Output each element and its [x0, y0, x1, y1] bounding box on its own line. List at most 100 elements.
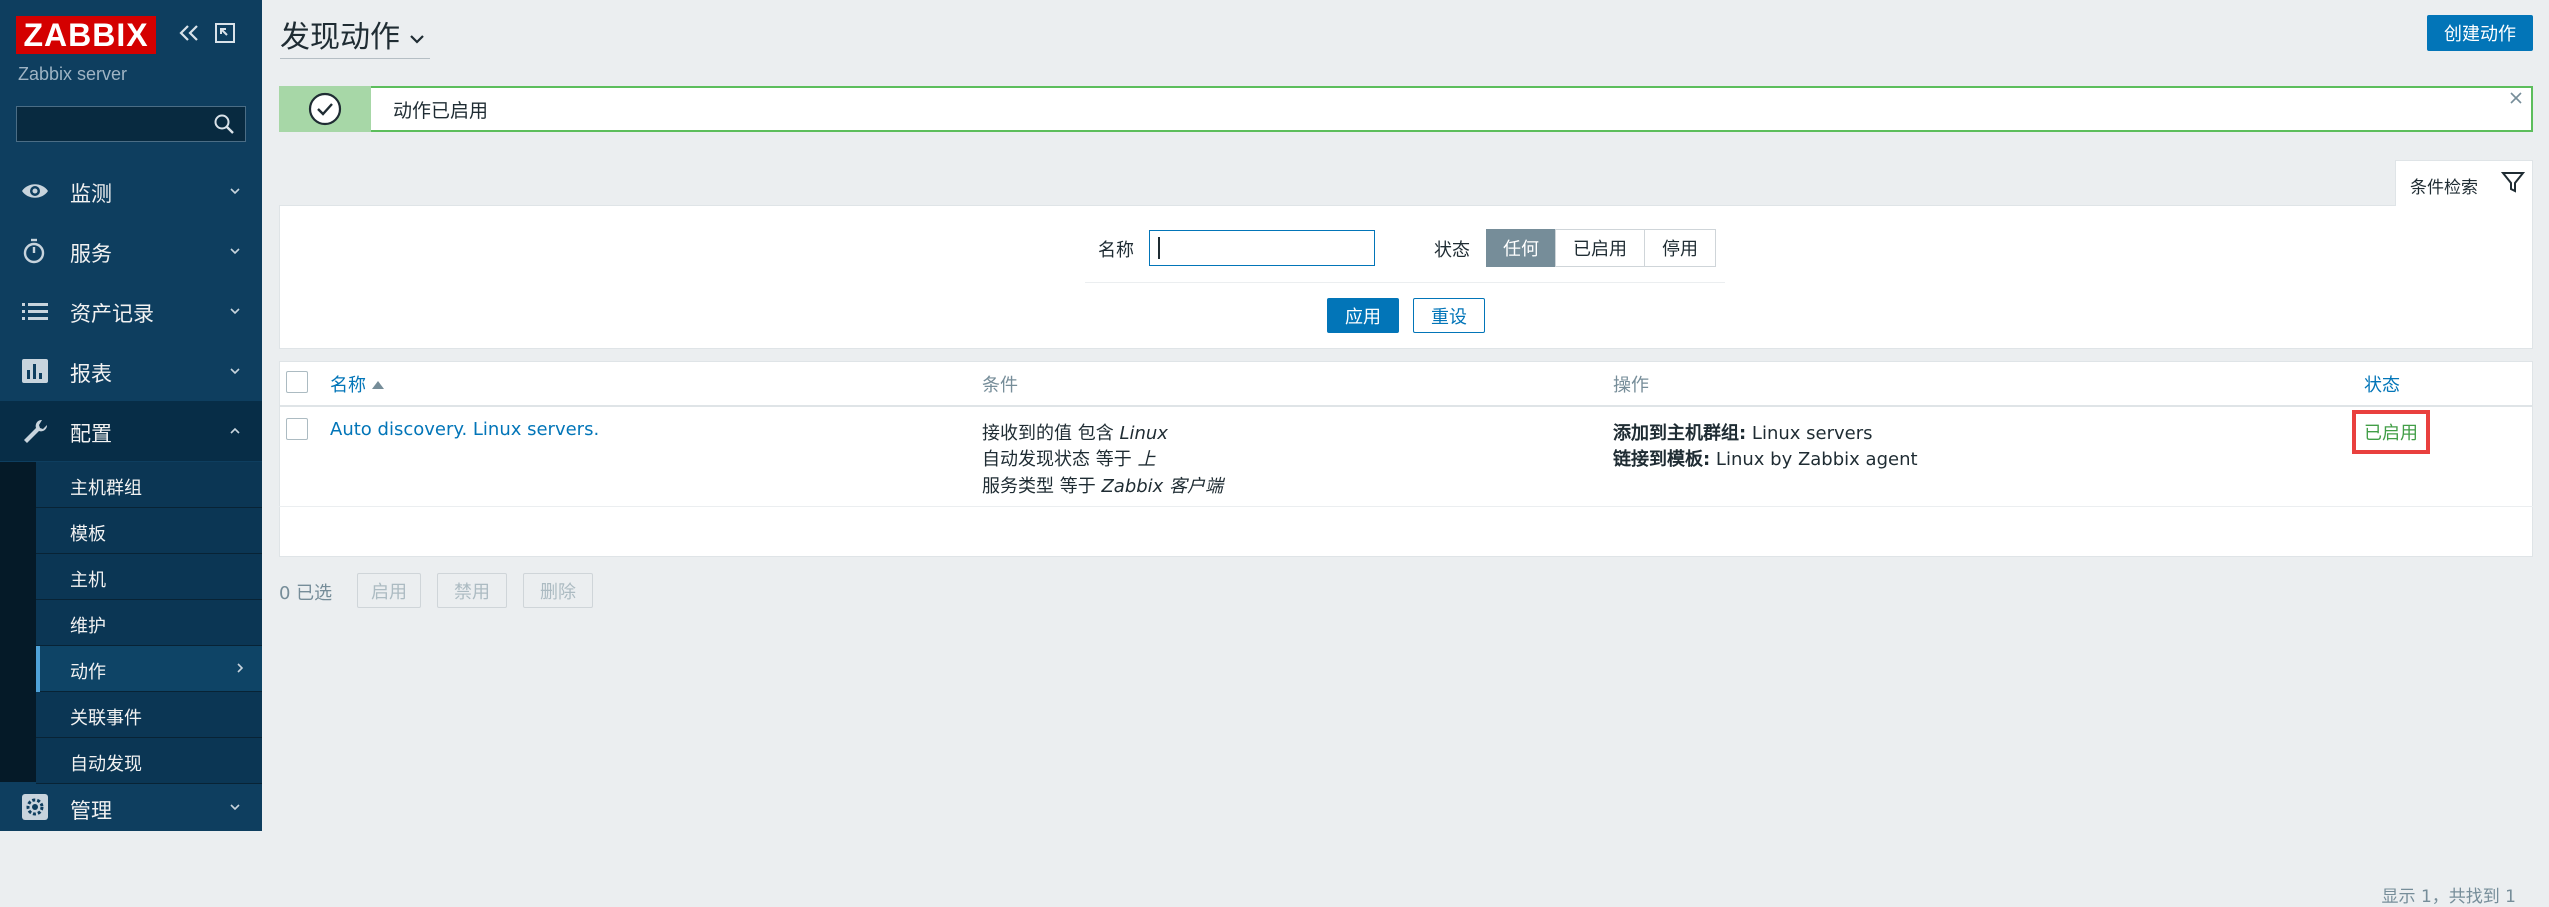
submenu-item-label: 动作: [70, 662, 106, 683]
enable-button[interactable]: 启用: [357, 573, 421, 608]
row-checkbox[interactable]: [286, 418, 308, 440]
chevron-down-icon: [230, 308, 240, 315]
eye-icon: [22, 184, 48, 198]
zabbix-logo[interactable]: ZABBIX: [16, 16, 156, 54]
wrench-icon: [24, 419, 48, 443]
text-caret: [1158, 237, 1160, 259]
condition-value: Zabbix 客户端: [1101, 476, 1224, 497]
column-header-status[interactable]: 状态: [2364, 371, 2400, 397]
submenu-item-actions[interactable]: 动作: [36, 646, 262, 692]
column-header-conditions: 条件: [982, 375, 1018, 396]
table-row-divider: [279, 506, 2533, 507]
filter-name-input[interactable]: [1149, 230, 1375, 266]
column-header-name[interactable]: 名称: [330, 371, 384, 397]
nav-monitoring-label: 监测: [70, 182, 112, 206]
filter-tab[interactable]: 条件检索: [2395, 160, 2533, 206]
submenu-indent: [0, 462, 36, 782]
list-icon: [22, 303, 48, 320]
operation-label: 添加到主机群组:: [1613, 423, 1747, 444]
filter-divider: [1085, 282, 1725, 283]
sort-ascending-icon: [372, 381, 384, 389]
filter-name-label: 名称: [1098, 240, 1134, 261]
operation-label: 链接到模板:: [1613, 449, 1711, 470]
page-title[interactable]: 发现动作: [280, 12, 430, 59]
chevron-right-icon: [237, 663, 244, 673]
condition-text: 服务类型 等于: [982, 476, 1102, 497]
column-header-name-text: 名称: [330, 375, 366, 396]
collapse-sidebar-icon[interactable]: [178, 22, 200, 44]
condition-value: Linux: [1119, 423, 1168, 444]
chevron-up-icon: [230, 427, 240, 434]
submenu-item-maintenance[interactable]: 维护: [36, 600, 262, 646]
submenu-item-label: 关联事件: [70, 708, 142, 729]
column-header-operations: 操作: [1613, 375, 1649, 396]
filter-status-disabled[interactable]: 停用: [1644, 229, 1716, 267]
submenu-item-templates[interactable]: 模板: [36, 508, 262, 554]
operation-value: Linux servers: [1746, 423, 1873, 444]
chevron-down-icon: [230, 368, 240, 375]
action-name-link[interactable]: Auto discovery. Linux servers.: [330, 419, 599, 440]
filter-tab-label: 条件检索: [2410, 178, 2478, 198]
kiosk-mode-icon[interactable]: [214, 22, 236, 44]
nav-inventory-label: 资产记录: [70, 302, 154, 326]
table-header-divider: [279, 405, 2533, 407]
nav-inventory[interactable]: 资产记录: [0, 281, 262, 341]
server-name: Zabbix server: [18, 64, 128, 84]
condition-line: 服务类型 等于 Zabbix 客户端: [982, 472, 1223, 498]
close-icon[interactable]: [2508, 90, 2524, 106]
filter-status-enabled[interactable]: 已启用: [1555, 229, 1645, 267]
submenu-item-host-groups[interactable]: 主机群组: [36, 462, 262, 508]
chevron-down-icon: [230, 248, 240, 255]
condition-text: 自动发现状态 等于: [982, 449, 1138, 470]
selected-count: 0 已选: [279, 583, 333, 604]
chevron-down-icon: [230, 804, 240, 811]
paging-info: 显示 1，共找到 1: [2381, 887, 2516, 907]
condition-line: 接收到的值 包含 Linux: [982, 419, 1168, 445]
reset-button[interactable]: 重设: [1413, 298, 1485, 333]
operation-line: 链接到模板: Linux by Zabbix agent: [1613, 445, 1918, 471]
chevron-down-icon: [410, 34, 424, 44]
submenu-item-label: 主机群组: [70, 478, 142, 499]
nav-administration[interactable]: 管理: [0, 781, 262, 831]
status-badge[interactable]: 已启用: [2352, 410, 2430, 454]
nav-monitoring[interactable]: 监测: [0, 161, 262, 221]
check-circle-icon: [308, 92, 342, 126]
create-action-button[interactable]: 创建动作: [2427, 15, 2533, 51]
submenu-item-hosts[interactable]: 主机: [36, 554, 262, 600]
filter-status-any[interactable]: 任何: [1486, 229, 1556, 267]
nav-services-label: 服务: [70, 242, 112, 266]
filter-panel: [279, 205, 2533, 349]
selected-indicator: [36, 646, 40, 692]
operation-value: Linux by Zabbix agent: [1710, 449, 1918, 470]
filter-status-label: 状态: [1434, 240, 1470, 261]
nav-configuration[interactable]: 配置: [0, 401, 262, 461]
nav-configuration-label: 配置: [70, 422, 112, 446]
nav-administration-label: 管理: [70, 799, 112, 823]
apply-button[interactable]: 应用: [1327, 298, 1399, 333]
page-title-text: 发现动作: [280, 20, 400, 55]
select-all-checkbox[interactable]: [286, 371, 308, 393]
actions-table: 显示 1，共找到 1: [279, 361, 2533, 907]
nav-reports-label: 报表: [70, 362, 112, 386]
condition-value: 上: [1137, 449, 1156, 470]
disable-button[interactable]: 禁用: [437, 573, 507, 608]
submenu-item-label: 主机: [70, 570, 106, 591]
nav-reports[interactable]: 报表: [0, 341, 262, 401]
operation-line: 添加到主机群组: Linux servers: [1613, 419, 1873, 445]
success-message: [279, 86, 2533, 132]
submenu-item-label: 自动发现: [70, 754, 142, 775]
delete-button[interactable]: 删除: [523, 573, 593, 608]
sidebar: ZABBIX Zabbix server 监测 服务 资产记录 报表 配置 主机…: [0, 0, 262, 831]
gear-icon: [22, 794, 48, 820]
submenu-item-event-correlation[interactable]: 关联事件: [36, 692, 262, 738]
success-message-text: 动作已启用: [393, 100, 489, 122]
condition-text: 接收到的值 包含: [982, 423, 1120, 444]
submenu-item-discovery[interactable]: 自动发现: [36, 738, 262, 784]
submenu-item-label: 维护: [70, 616, 106, 637]
bar-chart-icon: [22, 359, 48, 383]
filter-icon: [2500, 172, 2526, 193]
stopwatch-icon: [23, 238, 45, 264]
search-icon[interactable]: [212, 112, 236, 136]
nav-services[interactable]: 服务: [0, 221, 262, 281]
chevron-down-icon: [230, 188, 240, 195]
